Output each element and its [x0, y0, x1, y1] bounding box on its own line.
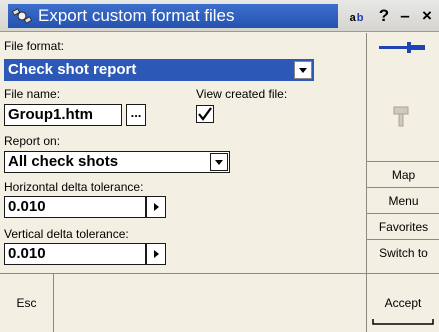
measure-bar-icon	[379, 42, 425, 53]
favorites-button[interactable]: Favorites	[367, 213, 439, 239]
file-format-dropdown-arrow[interactable]	[294, 61, 312, 79]
right-softkey-panel: Map Menu Favorites Switch to	[366, 33, 439, 273]
chevron-down-icon	[299, 68, 307, 73]
browse-button[interactable]: ...	[126, 104, 146, 126]
keyboard-toggle-label-b: b	[356, 12, 365, 24]
vertical-tolerance-label: Vertical delta tolerance:	[4, 227, 129, 241]
close-button[interactable]: ×	[417, 6, 437, 26]
chevron-right-icon	[154, 250, 159, 258]
report-on-label: Report on:	[4, 134, 61, 148]
enter-key-icon	[372, 319, 434, 325]
help-button[interactable]: ?	[374, 6, 394, 26]
horizontal-tolerance-input[interactable]: 0.010	[4, 196, 146, 218]
view-created-file-checkbox[interactable]	[196, 105, 214, 123]
bottom-softkey-bar: Esc Accept	[0, 273, 439, 332]
keyboard-toggle-label-a: a	[349, 12, 357, 24]
vertical-tolerance-input[interactable]: 0.010	[4, 243, 146, 265]
file-name-label: File name:	[4, 87, 61, 101]
switch-to-button[interactable]: Switch to	[367, 239, 439, 273]
menu-button[interactable]: Menu	[367, 187, 439, 213]
file-format-label: File format:	[4, 39, 65, 53]
horizontal-tolerance-expand-button[interactable]	[146, 196, 166, 218]
esc-button[interactable]: Esc	[0, 274, 54, 332]
chevron-down-icon	[215, 160, 223, 165]
pole-tool-icon	[393, 106, 409, 127]
satellite-app-icon	[12, 8, 32, 24]
checkmark-icon	[198, 107, 212, 121]
title-bar-caption: Export custom format files	[8, 4, 338, 28]
window-title: Export custom format files	[38, 6, 235, 25]
accept-label: Accept	[384, 296, 422, 310]
file-format-dropdown[interactable]: Check shot report	[4, 59, 314, 81]
chevron-right-icon	[154, 203, 159, 211]
map-button[interactable]: Map	[367, 161, 439, 187]
export-form: File format: Check shot report File name…	[0, 33, 366, 273]
horizontal-tolerance-label: Horizontal delta tolerance:	[4, 180, 144, 194]
minimize-button[interactable]: –	[396, 6, 414, 26]
report-on-value: All check shots	[8, 153, 119, 170]
vertical-tolerance-expand-button[interactable]	[146, 243, 166, 265]
keyboard-toggle-button[interactable]: ab	[346, 10, 368, 26]
report-on-dropdown-arrow[interactable]	[210, 153, 228, 171]
view-created-file-label: View created file:	[196, 87, 288, 101]
report-on-dropdown[interactable]: All check shots	[4, 151, 230, 173]
accept-button[interactable]: Accept	[366, 274, 439, 332]
title-bar: Export custom format files ab ? – ×	[0, 0, 439, 32]
file-format-value: Check shot report	[8, 61, 137, 78]
file-name-input[interactable]: Group1.htm	[4, 104, 122, 126]
